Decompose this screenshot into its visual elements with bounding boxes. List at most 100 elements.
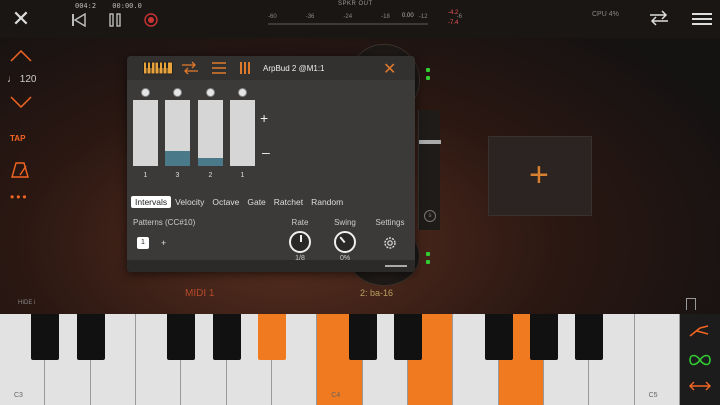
list-icon[interactable] [211,61,227,75]
knob-label: Swing [334,218,356,227]
rewind-icon[interactable] [70,12,88,28]
rate-knob[interactable] [289,231,311,253]
arrows-icon[interactable] [688,378,712,394]
add-pattern-button[interactable]: + [161,238,166,248]
tab-intervals[interactable]: Intervals [131,196,172,208]
meter-peak-right: -7.4 [448,20,459,26]
tools-icon[interactable] [688,324,712,340]
slider-value: 3 [175,172,180,179]
add-step-button[interactable]: + [260,110,268,126]
interval-slider-3[interactable] [198,100,223,166]
step-led [141,88,150,97]
pattern-selector[interactable]: 1 [137,237,149,249]
black-key[interactable] [484,314,513,360]
black-key[interactable] [575,314,604,360]
metronome-icon[interactable] [10,162,30,181]
piano-keyboard: C3 C4 C5 [0,314,680,405]
black-key[interactable] [76,314,105,360]
slider-value: 1 [143,172,148,179]
meter-mid-value: 0.00 [402,13,414,19]
close-icon[interactable]: ✕ [10,8,32,30]
tempo-display[interactable]: ♩ 120 [7,74,36,85]
octave-label: C3 [14,392,23,399]
slider-value: 1 [240,172,245,179]
meter-label: SPKR OUT [338,1,373,7]
patterns-label: Patterns (CC#10) [133,218,196,227]
gear-icon[interactable] [382,235,398,251]
slider-value: 2 [208,172,213,179]
swap-icon[interactable] [648,10,670,26]
keyboard-icon[interactable] [143,61,173,75]
menu-icon[interactable] [692,10,712,26]
fader-handle[interactable] [419,140,441,144]
interval-slider-1[interactable] [133,100,158,166]
song-time: 00:00.0 [112,2,142,10]
activity-led [426,76,430,80]
cpu-indicator: CPU 4% [592,11,619,18]
cpu-value: 4% [608,11,619,18]
top-toolbar: ✕ 004:2 00:00.0 SPKR OUT -60 -36 -24 -18 [0,0,720,38]
add-node-slot[interactable]: + [488,136,592,216]
knob-label: Rate [291,218,309,227]
transport-controls [70,12,160,28]
tab-octave[interactable]: Octave [208,196,243,208]
tab-random[interactable]: Random [307,196,347,208]
activity-led [426,68,430,72]
step-led [206,88,215,97]
interval-slider-2[interactable] [165,100,190,166]
loop-icon[interactable] [688,352,712,368]
swing-knob[interactable] [334,231,356,253]
step-led [238,88,247,97]
interval-slider-4[interactable] [230,100,255,166]
knob-label: Settings [375,218,405,227]
settings-control: Settings [370,218,410,251]
black-key[interactable] [393,314,422,360]
tab-velocity[interactable]: Velocity [171,196,208,208]
left-toolbar: ♩ 120 TAP ••• [0,40,44,300]
pause-icon[interactable] [106,12,124,28]
black-key[interactable] [212,314,241,360]
bookmark-icon[interactable] [686,298,696,310]
keyboard-side-controls [680,314,720,405]
chevron-up-icon[interactable] [10,49,32,65]
bars-icon[interactable] [239,61,253,75]
record-icon[interactable] [142,12,160,28]
hide-keyboard-button[interactable]: HIDE i [18,300,35,306]
output-meter: SPKR OUT -60 -36 -24 -18 -12 -6 0.00 -4.… [268,0,462,36]
midi-slot-label: MIDI 1 [185,288,215,299]
tap-tempo-button[interactable]: TAP [10,134,25,143]
plugin-tabs: Intervals Velocity Octave Gate Ratchet R… [131,194,411,210]
black-key[interactable] [257,314,286,360]
resize-handle[interactable] [385,265,407,267]
more-options-button[interactable]: ••• [10,190,29,204]
meter-peak-left: -4.2 [448,10,459,16]
rate-control: Rate 1/8 [280,218,320,262]
slider-fill [165,151,190,166]
plugin-window: ArpBud 2 @M1:1 ✕ 1 3 2 1 + – Intervals V… [127,56,415,272]
main-stage: ✕ 004:2 00:00.0 SPKR OUT -60 -36 -24 -18 [0,0,720,405]
close-icon[interactable]: ✕ [383,59,396,79]
chevron-down-icon[interactable] [10,96,32,111]
tab-ratchet[interactable]: Ratchet [270,196,307,208]
meter-ticks: -60 -36 -24 -18 -12 -6 [268,14,462,20]
volume-fader[interactable]: s [418,110,441,230]
meter-tick: -18 [381,14,390,20]
song-position: 004:2 [75,2,97,10]
black-key[interactable] [31,314,60,360]
slider-fill [198,158,223,166]
meter-tick: -24 [343,14,353,20]
plugin-header: ArpBud 2 @M1:1 ✕ [127,56,415,80]
black-key[interactable] [348,314,377,360]
plugin-footer [127,260,415,272]
remove-step-button[interactable]: – [262,144,270,160]
cpu-label: CPU [592,11,607,18]
routing-icon[interactable] [181,61,199,75]
black-key[interactable] [167,314,196,360]
tab-gate[interactable]: Gate [243,196,269,208]
octave-label: C4 [331,392,341,399]
slot2-label: 2: ba-16 [360,288,394,298]
meter-tick: -36 [305,14,315,20]
step-led [173,88,182,97]
black-key[interactable] [529,314,558,360]
add-icon: + [529,156,549,194]
